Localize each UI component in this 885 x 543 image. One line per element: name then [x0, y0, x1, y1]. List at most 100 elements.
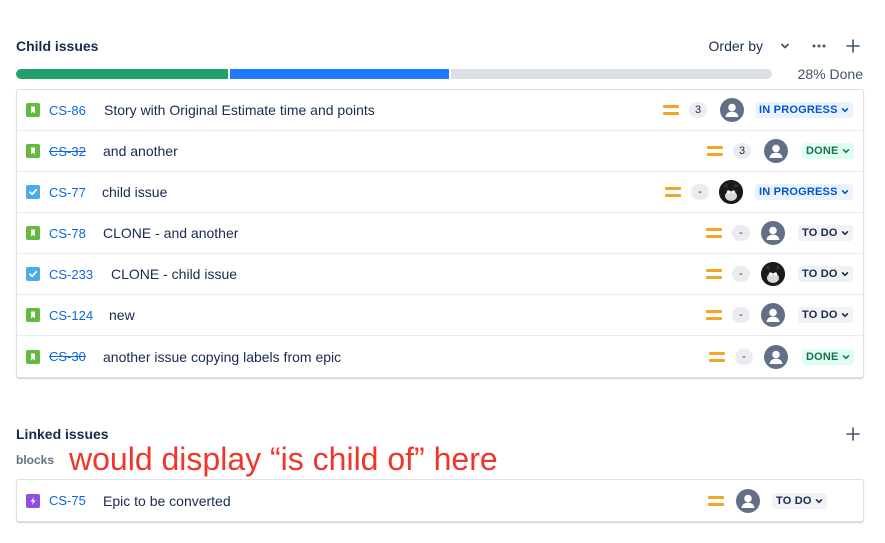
user-icon[interactable]: [764, 139, 788, 163]
linked_issues-row[interactable]: CS-75 Epic to be converted TO DO: [17, 480, 863, 521]
issue-summary[interactable]: new: [109, 307, 135, 323]
chevron-down-icon: [841, 272, 848, 277]
user-icon[interactable]: [720, 98, 744, 122]
issue-summary[interactable]: child issue: [102, 184, 167, 200]
status-label: TO DO: [802, 227, 838, 239]
progress-bar: [16, 69, 772, 79]
issue-key-link[interactable]: CS-124: [49, 308, 93, 323]
child_issues-row[interactable]: CS-30 another issue copying labels from e…: [17, 336, 863, 377]
epic-icon: [26, 493, 40, 508]
story-points-badge[interactable]: -: [735, 348, 753, 365]
user-icon[interactable]: [736, 488, 760, 513]
issue-key-link[interactable]: CS-233: [49, 267, 93, 282]
issue-summary[interactable]: another issue copying labels from epic: [103, 349, 341, 365]
linked-issues-actions: [843, 424, 863, 444]
issue-summary[interactable]: CLONE - and another: [103, 225, 238, 241]
status-dropdown[interactable]: TO DO: [798, 225, 853, 241]
status-dropdown[interactable]: TO DO: [798, 307, 853, 323]
story-icon: [26, 308, 40, 322]
child_issues-row[interactable]: CS-233 CLONE - child issue - TO DO: [17, 254, 863, 295]
story-points-badge[interactable]: 3: [733, 143, 751, 159]
priority-cell: [709, 351, 725, 363]
add-link-plus-icon[interactable]: [843, 424, 863, 444]
linked-issues-list: CS-75 Epic to be converted TO DO: [16, 479, 864, 522]
status-label: IN PROGRESS: [759, 186, 838, 198]
user-icon[interactable]: [761, 221, 785, 245]
status-dropdown[interactable]: TO DO: [772, 492, 827, 509]
user-icon[interactable]: [761, 303, 785, 327]
status-label: IN PROGRESS: [759, 104, 838, 116]
user-icon[interactable]: [764, 344, 788, 369]
issue-key-link[interactable]: CS-32: [49, 144, 86, 159]
priority-medium-icon: [708, 495, 724, 507]
priority-cell: [706, 227, 722, 239]
priority-cell: [707, 145, 723, 157]
story-points-badge[interactable]: 3: [689, 102, 707, 118]
priority-medium-icon: [706, 309, 722, 321]
child-issues-progress: 28% Done: [16, 66, 863, 82]
progress-segment-done: [16, 69, 228, 79]
child-issues-actions: Order by: [709, 36, 863, 56]
avatar-photo[interactable]: [761, 262, 785, 286]
chevron-down-icon: [841, 108, 848, 113]
status-dropdown[interactable]: DONE: [802, 348, 854, 365]
child-issues-list: CS-86 Story with Original Estimate time a…: [16, 89, 864, 378]
issue-summary[interactable]: CLONE - child issue: [111, 266, 237, 282]
progress-segment-todo: [451, 69, 772, 79]
story-points-badge[interactable]: -: [691, 184, 709, 200]
priority-cell: [706, 268, 722, 280]
priority-cell: [706, 309, 722, 321]
status-label: DONE: [806, 350, 839, 363]
annotation-text: would display “is child of” here: [69, 441, 498, 477]
status-dropdown[interactable]: IN PROGRESS: [755, 102, 853, 118]
more-icon[interactable]: [809, 36, 829, 56]
avatar-photo[interactable]: [719, 180, 743, 204]
issue-key-link[interactable]: CS-30: [49, 349, 86, 364]
chevron-down-icon: [815, 498, 822, 503]
child_issues-row[interactable]: CS-124 new - TO DO: [17, 295, 863, 336]
story-points-badge[interactable]: -: [732, 266, 750, 282]
add-child-plus-icon[interactable]: [843, 36, 863, 56]
priority-medium-icon: [707, 145, 723, 157]
issue-key-link[interactable]: CS-78: [49, 226, 86, 241]
child_issues-row[interactable]: CS-77 child issue - IN PROGRESS: [17, 172, 863, 213]
chevron-down-icon: [841, 190, 848, 195]
child_issues-row[interactable]: CS-32 and another 3 DONE: [17, 131, 863, 172]
task-icon: [26, 267, 40, 281]
child_issues-row[interactable]: CS-78 CLONE - and another - TO DO: [17, 213, 863, 254]
chevron-down-icon: [841, 231, 848, 236]
order-by-label: Order by: [708, 38, 763, 54]
status-label: TO DO: [776, 494, 812, 507]
story-points-badge[interactable]: -: [732, 225, 750, 241]
issue-summary[interactable]: Story with Original Estimate time and po…: [104, 102, 375, 118]
chevron-down-icon: [842, 354, 849, 359]
priority-cell: [665, 186, 681, 198]
priority-medium-icon: [706, 268, 722, 280]
story-icon: [26, 349, 40, 364]
story-points-badge[interactable]: -: [732, 307, 750, 323]
issue-summary[interactable]: Epic to be converted: [103, 493, 231, 509]
status-label: TO DO: [802, 309, 838, 321]
priority-medium-icon: [706, 227, 722, 239]
progress-segment-in-progress: [230, 69, 449, 79]
issue-key-link[interactable]: CS-75: [49, 493, 86, 508]
priority-medium-icon: [663, 104, 679, 116]
issue-key-link[interactable]: CS-86: [49, 103, 86, 118]
status-dropdown[interactable]: TO DO: [798, 266, 853, 282]
priority-medium-icon: [709, 351, 725, 363]
story-icon: [26, 144, 40, 158]
child_issues-row[interactable]: CS-86 Story with Original Estimate time a…: [17, 90, 863, 131]
issue-key-link[interactable]: CS-77: [49, 185, 86, 200]
status-dropdown[interactable]: IN PROGRESS: [755, 184, 853, 200]
child-issues-header: Child issues Order by: [16, 36, 863, 56]
status-dropdown[interactable]: DONE: [802, 143, 854, 159]
issue-summary[interactable]: and another: [103, 143, 178, 159]
order-by-button[interactable]: Order by: [709, 36, 795, 56]
story-icon: [26, 103, 40, 117]
chevron-down-icon: [842, 149, 849, 154]
task-icon: [26, 185, 40, 199]
status-label: TO DO: [802, 268, 838, 280]
linked-issues-title: Linked issues: [16, 426, 109, 442]
status-label: DONE: [806, 145, 839, 157]
chevron-down-icon: [841, 313, 848, 318]
